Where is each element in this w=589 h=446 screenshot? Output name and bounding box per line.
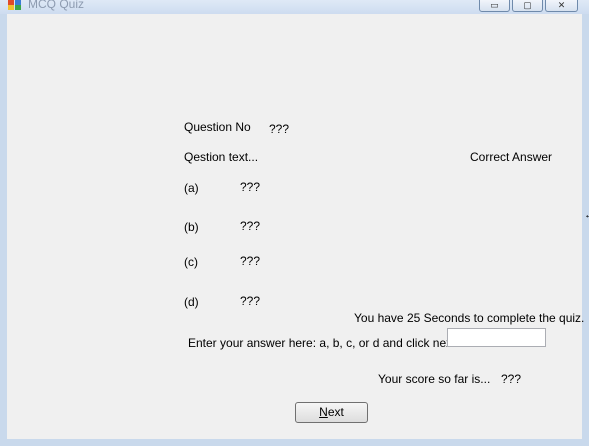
- close-icon: ✕: [557, 0, 566, 10]
- window-border-right: [582, 14, 589, 446]
- resize-cursor-icon: ↔: [584, 209, 589, 221]
- timer-text: You have 25 Seconds to complete the quiz…: [354, 311, 585, 325]
- minimize-icon: ▭: [490, 0, 499, 10]
- option-b-letter: (b): [184, 220, 199, 234]
- form-client-area: [7, 14, 582, 439]
- maximize-icon: ▢: [523, 0, 532, 10]
- title-bar: MCQ Quiz ▭ ▢ ✕: [0, 0, 589, 14]
- question-no-label: Question No: [184, 120, 251, 134]
- score-value: ???: [501, 372, 522, 386]
- question-text: Qestion text...: [184, 150, 259, 164]
- minimize-button[interactable]: ▭: [479, 0, 510, 12]
- answer-prompt: Enter your answer here: a, b, c, or d an…: [188, 336, 459, 350]
- next-button-label: ext: [327, 405, 344, 419]
- option-b-text: ???: [240, 219, 261, 233]
- question-no-value: ???: [269, 122, 290, 136]
- option-c-text: ???: [240, 254, 261, 268]
- score-label: Your score so far is...: [378, 372, 491, 386]
- next-button[interactable]: Next: [295, 402, 368, 423]
- option-d-letter: (d): [184, 295, 199, 309]
- close-button[interactable]: ✕: [545, 0, 578, 12]
- answer-input[interactable]: [447, 328, 546, 347]
- next-button-mnemonic: N: [319, 405, 328, 419]
- option-a-letter: (a): [184, 181, 199, 195]
- option-d-text: ???: [240, 294, 261, 308]
- maximize-button[interactable]: ▢: [512, 0, 543, 12]
- app-window-icon: [8, 0, 21, 10]
- correct-answer-label: Correct Answer: [470, 150, 553, 164]
- option-a-text: ???: [240, 180, 261, 194]
- option-c-letter: (c): [184, 255, 198, 269]
- window-title: MCQ Quiz: [28, 0, 85, 11]
